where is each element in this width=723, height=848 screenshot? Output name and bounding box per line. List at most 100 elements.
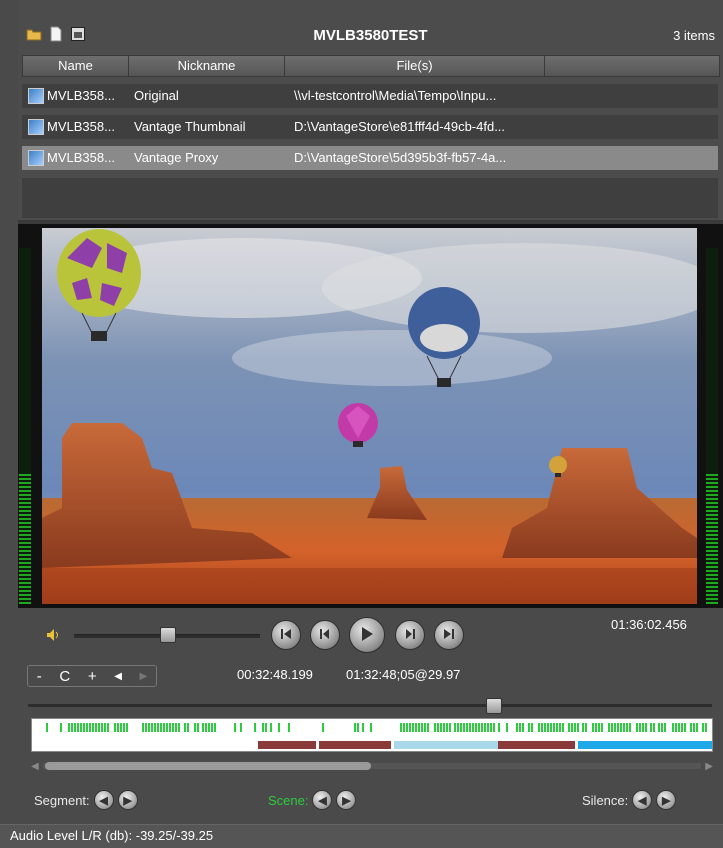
jog-minus-button[interactable]: - — [37, 668, 42, 685]
segment-prev-button[interactable]: ◀ — [93, 790, 114, 810]
scene-next-button[interactable]: ▶ — [336, 790, 357, 810]
table-row[interactable]: MVLB358... Vantage Thumbnail D:\VantageS… — [22, 115, 718, 139]
timeline-strip[interactable] — [31, 718, 713, 752]
scene-marker — [427, 723, 429, 732]
scene-marker — [86, 723, 88, 732]
scene-marker — [89, 723, 91, 732]
scene-nav: Scene: ◀ ▶ — [268, 790, 357, 810]
table-row-selected[interactable]: MVLB358... Vantage Proxy D:\VantageStore… — [22, 146, 718, 170]
scroll-right-icon[interactable]: ▶ — [705, 761, 713, 772]
scene-marker — [559, 723, 561, 732]
table-row[interactable]: MVLB358... Original \\vl-testcontrol\Med… — [22, 84, 718, 108]
scene-marker — [592, 723, 594, 732]
scene-marker — [681, 723, 683, 732]
scene-marker — [481, 723, 483, 732]
scene-marker — [642, 723, 644, 732]
segment-red — [498, 741, 576, 749]
column-header-name[interactable]: Name — [23, 56, 129, 76]
scene-marker — [675, 723, 677, 732]
row-nickname: Vantage Proxy — [134, 150, 219, 165]
timeline-scrollbar[interactable]: ◀ ▶ — [31, 760, 713, 772]
step-forward-button[interactable] — [395, 620, 425, 650]
scroll-left-icon[interactable]: ◀ — [31, 761, 39, 772]
row-name: MVLB358... — [47, 119, 115, 134]
jog-c-button[interactable]: C — [59, 668, 70, 685]
arrow-left-icon: ◀ — [99, 794, 108, 807]
scene-marker — [475, 723, 477, 732]
panel-titlebar: MVLB3580TEST 3 items — [18, 20, 723, 52]
scene-marker — [151, 723, 153, 732]
scene-marker — [620, 723, 622, 732]
scene-prev-button[interactable]: ◀ — [312, 790, 333, 810]
scene-marker — [440, 723, 442, 732]
silence-label: Silence: — [582, 792, 629, 808]
scene-marker — [498, 723, 500, 732]
scene-marker — [454, 723, 456, 732]
scene-marker — [362, 723, 364, 732]
column-header-files[interactable]: File(s) — [285, 56, 545, 76]
scene-marker — [403, 723, 405, 732]
scene-marker — [636, 723, 638, 732]
status-bar: Audio Level L/R (db): -39.25/-39.25 — [0, 824, 723, 848]
scene-marker — [357, 723, 359, 732]
scene-marker — [650, 723, 652, 732]
position-slider-track[interactable] — [28, 704, 712, 707]
volume-slider-thumb[interactable] — [160, 627, 176, 643]
scene-marker — [123, 723, 125, 732]
column-header-spacer — [545, 56, 719, 76]
segment-blue — [578, 741, 712, 749]
scene-marker — [653, 723, 655, 732]
scrollbar-thumb[interactable] — [45, 762, 371, 770]
scene-marker — [160, 723, 162, 732]
scene-marker — [466, 723, 468, 732]
scene-marker — [406, 723, 408, 732]
jog-plus-button[interactable]: + — [88, 668, 97, 685]
silence-prev-button[interactable]: ◀ — [632, 790, 653, 810]
video-preview[interactable] — [42, 228, 697, 604]
row-name: MVLB358... — [47, 88, 115, 103]
scene-marker — [83, 723, 85, 732]
scene-marker — [126, 723, 128, 732]
volume-icon[interactable] — [46, 628, 62, 642]
scene-marker — [421, 723, 423, 732]
scene-marker — [322, 723, 324, 732]
scene-marker — [672, 723, 674, 732]
scene-marker — [608, 723, 610, 732]
scene-marker — [187, 723, 189, 732]
scene-marker — [169, 723, 171, 732]
skip-end-button[interactable] — [434, 620, 464, 650]
list-empty-area — [22, 178, 718, 218]
skip-start-button[interactable] — [271, 620, 301, 650]
media-panel: MVLB3580TEST 3 items Name Nickname File(… — [18, 0, 723, 222]
segment-next-button[interactable]: ▶ — [117, 790, 138, 810]
scene-marker — [538, 723, 540, 732]
scene-marker — [68, 723, 70, 732]
scene-marker — [157, 723, 159, 732]
arrow-left-icon: ◀ — [318, 794, 327, 807]
play-button[interactable] — [349, 617, 385, 653]
scene-marker — [254, 723, 256, 732]
scene-marker — [484, 723, 486, 732]
scene-marker — [74, 723, 76, 732]
scene-marker — [172, 723, 174, 732]
scene-marker — [278, 723, 280, 732]
scene-marker — [626, 723, 628, 732]
scene-marker — [690, 723, 692, 732]
scene-marker — [434, 723, 436, 732]
scene-marker — [117, 723, 119, 732]
scene-marker — [443, 723, 445, 732]
position-slider-thumb[interactable] — [486, 698, 503, 714]
jog-next-button[interactable]: ▶ — [139, 671, 147, 682]
audio-meter-right — [706, 248, 718, 604]
scene-marker — [585, 723, 587, 732]
arrow-right-icon: ▶ — [123, 794, 132, 807]
silence-next-button[interactable]: ▶ — [656, 790, 677, 810]
scene-marker — [614, 723, 616, 732]
media-file-icon — [28, 150, 44, 166]
step-back-button[interactable] — [310, 620, 340, 650]
scene-marker — [205, 723, 207, 732]
column-header-nickname[interactable]: Nickname — [129, 56, 285, 76]
scene-marker — [71, 723, 73, 732]
scene-marker — [234, 723, 236, 732]
jog-prev-button[interactable]: ◀ — [114, 671, 122, 682]
